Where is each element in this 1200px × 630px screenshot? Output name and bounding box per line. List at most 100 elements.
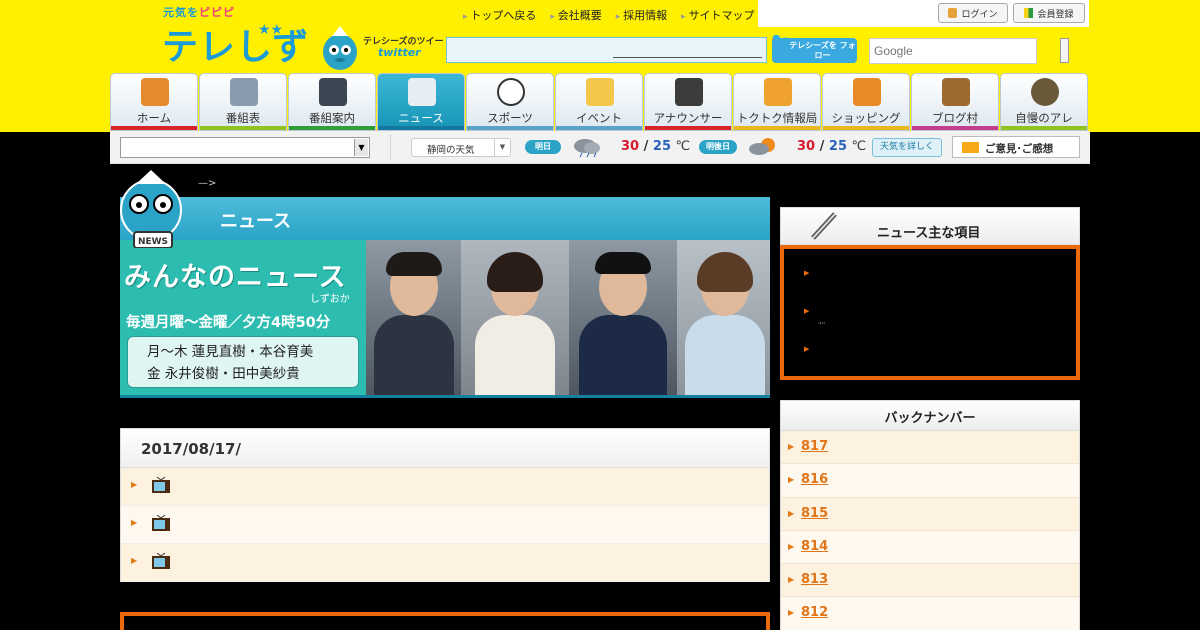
tv-icon <box>152 553 170 569</box>
nav-tab[interactable]: スポーツ <box>466 73 554 131</box>
list-item: ▶ 812 <box>781 597 1079 630</box>
nav-tab-underline <box>734 126 820 130</box>
back-number-link[interactable]: 814 <box>801 539 867 554</box>
divider <box>390 135 391 159</box>
soccer-ball-icon <box>497 78 525 106</box>
bullet-icon: ▶ <box>788 442 795 451</box>
anchor-photo <box>569 240 677 395</box>
nav-tab-underline <box>823 126 909 130</box>
nav-tab-underline <box>289 126 375 130</box>
topics-list: ▶ ▶ "" ▶ <box>780 245 1080 380</box>
logo-stars-icon: ★★ <box>258 22 284 38</box>
nav-tab[interactable]: アナウンサー <box>644 73 732 131</box>
back-number-link[interactable]: 816 <box>801 472 867 487</box>
register-label: 会員登録 <box>1037 9 1074 20</box>
nav-tab[interactable]: イベント <box>555 73 643 131</box>
back-number-link[interactable]: 815 <box>801 506 867 521</box>
news-list: ▶ ▶ ▶ <box>121 468 769 582</box>
weather-region-select[interactable]: 静岡の天気 ▼ <box>411 138 511 157</box>
dayafter-high: 30 <box>797 139 816 154</box>
site-logo[interactable]: テレしず <box>162 18 309 70</box>
tomorrow-low: 25 <box>652 139 671 154</box>
top-link-recruit[interactable]: 採用情報 <box>616 7 667 23</box>
cloud-rain-icon <box>574 139 600 158</box>
top-link-company[interactable]: 会社概要 <box>550 7 602 23</box>
mascot-icon <box>323 26 357 70</box>
top-link-home[interactable]: トップへ戻る <box>463 7 536 23</box>
news-row[interactable]: ▶ <box>121 468 769 506</box>
topics-header: ニュース主な項目 <box>780 207 1080 245</box>
nav-tab-underline <box>912 126 998 130</box>
nav-tab-label: 番組案内 <box>309 111 355 125</box>
register-button[interactable]: 会員登録 <box>1013 3 1085 23</box>
feedback-button[interactable]: ご意見･ご感想 <box>952 136 1080 158</box>
chevron-down-icon: ▼ <box>494 139 510 156</box>
login-label: ログイン <box>961 9 998 20</box>
show-info: みんなのニュース しずおか 毎週月曜～金曜／夕方4時50分 月～木 蓮見直樹・本… <box>120 240 366 395</box>
nav-tab[interactable]: 番組表 <box>199 73 287 131</box>
news-row[interactable]: ▶ <box>121 506 769 544</box>
newspaper-icon <box>408 78 436 106</box>
city-select[interactable]: ▼ <box>120 137 370 158</box>
bullet-icon: ▶ <box>788 475 795 485</box>
back-numbers-title: バックナンバー <box>781 401 1079 431</box>
nav-tab-label: ニュース <box>398 111 444 125</box>
bullet-icon: ▶ <box>788 508 795 518</box>
chevron-down-icon: ▼ <box>354 139 368 156</box>
tv-icon <box>152 477 170 493</box>
dayafter-badge: 明後日 <box>699 140 737 154</box>
news-badge: NEWS <box>138 237 168 247</box>
cast-friday: 金 永井俊樹・田中美紗貴 <box>147 366 300 382</box>
nav-tab-underline <box>645 126 731 130</box>
nav-tab-underline <box>200 126 286 130</box>
bullet-icon: ▶ <box>131 518 138 527</box>
twitter-follow-button[interactable]: テレシーズを フォロー <box>772 38 857 63</box>
pencil-icon <box>811 212 837 240</box>
show-schedule: 毎週月曜～金曜／夕方4時50分 <box>126 315 331 331</box>
cast-weekdays: 月～木 蓮見直樹・本谷育美 <box>147 344 314 360</box>
lock-icon <box>948 8 958 18</box>
beginner-mark-icon <box>1024 8 1034 18</box>
list-item: ▶ 814 <box>781 530 1079 565</box>
temp-unit: ℃ <box>851 139 867 154</box>
page-title: ニュース <box>220 211 292 232</box>
envelope-icon <box>586 78 614 106</box>
back-number-link[interactable]: 812 <box>801 605 867 620</box>
tweet-ticker <box>446 37 767 63</box>
nav-tab[interactable]: ホーム <box>110 73 198 131</box>
weather-detail-button[interactable]: 天気を詳しく <box>872 138 942 157</box>
nav-tab[interactable]: 番組案内 <box>288 73 376 131</box>
weather-region-value: 静岡の天気 <box>427 145 475 156</box>
show-cast: 月～木 蓮見直樹・本谷育美 金 永井俊樹・田中美紗貴 <box>127 336 359 388</box>
nav-tab-label: ホーム <box>136 111 172 125</box>
nav-tab-underline <box>467 126 553 130</box>
sun-cloud-icon <box>749 138 775 155</box>
login-button[interactable]: ログイン <box>938 3 1008 23</box>
anchor-photo <box>366 240 461 395</box>
login-panel: ログイン 会員登録 <box>758 0 1089 27</box>
nav-tab-label: ショッピング <box>831 111 901 125</box>
feedback-label: ご意見･ご感想 <box>985 143 1054 155</box>
search-input[interactable] <box>869 38 1037 64</box>
bullet-icon: ▶ <box>788 575 795 585</box>
utility-bar: ▼ 静岡の天気 ▼ 明日 30 / 25 ℃ 明後日 30 / 25 ℃ 天気を… <box>110 131 1090 164</box>
news-row[interactable]: ▶ <box>121 544 769 582</box>
back-number-link[interactable]: 813 <box>801 572 867 587</box>
nav-tab-label: イベント <box>576 111 622 125</box>
bullet-icon: ▶ <box>131 480 138 489</box>
bullet-icon: ▶ <box>788 608 795 618</box>
anchor-photo <box>677 240 770 395</box>
nav-tab-label: アナウンサー <box>653 111 723 125</box>
nav-tab[interactable]: 自慢のアレ <box>1000 73 1088 131</box>
back-number-link[interactable]: 817 <box>801 439 867 454</box>
nav-tab[interactable]: ブログ村 <box>911 73 999 131</box>
top-link-sitemap[interactable]: サイトマップ <box>681 7 755 23</box>
main-nav: ホーム 番組表 番組案内 ニュース スポーツ イベント アナウンサー トクトク情報局 ショッピン… <box>110 73 1090 131</box>
nav-tab-label: 自慢のアレ <box>1015 111 1073 125</box>
nav-tab[interactable]: ニュース <box>377 73 465 131</box>
nav-tab-label: 番組表 <box>225 111 261 125</box>
search-button[interactable] <box>1060 38 1069 63</box>
megaphone-icon <box>764 78 792 106</box>
nav-tab[interactable]: ショッピング <box>822 73 910 131</box>
nav-tab[interactable]: トクトク情報局 <box>733 73 821 131</box>
